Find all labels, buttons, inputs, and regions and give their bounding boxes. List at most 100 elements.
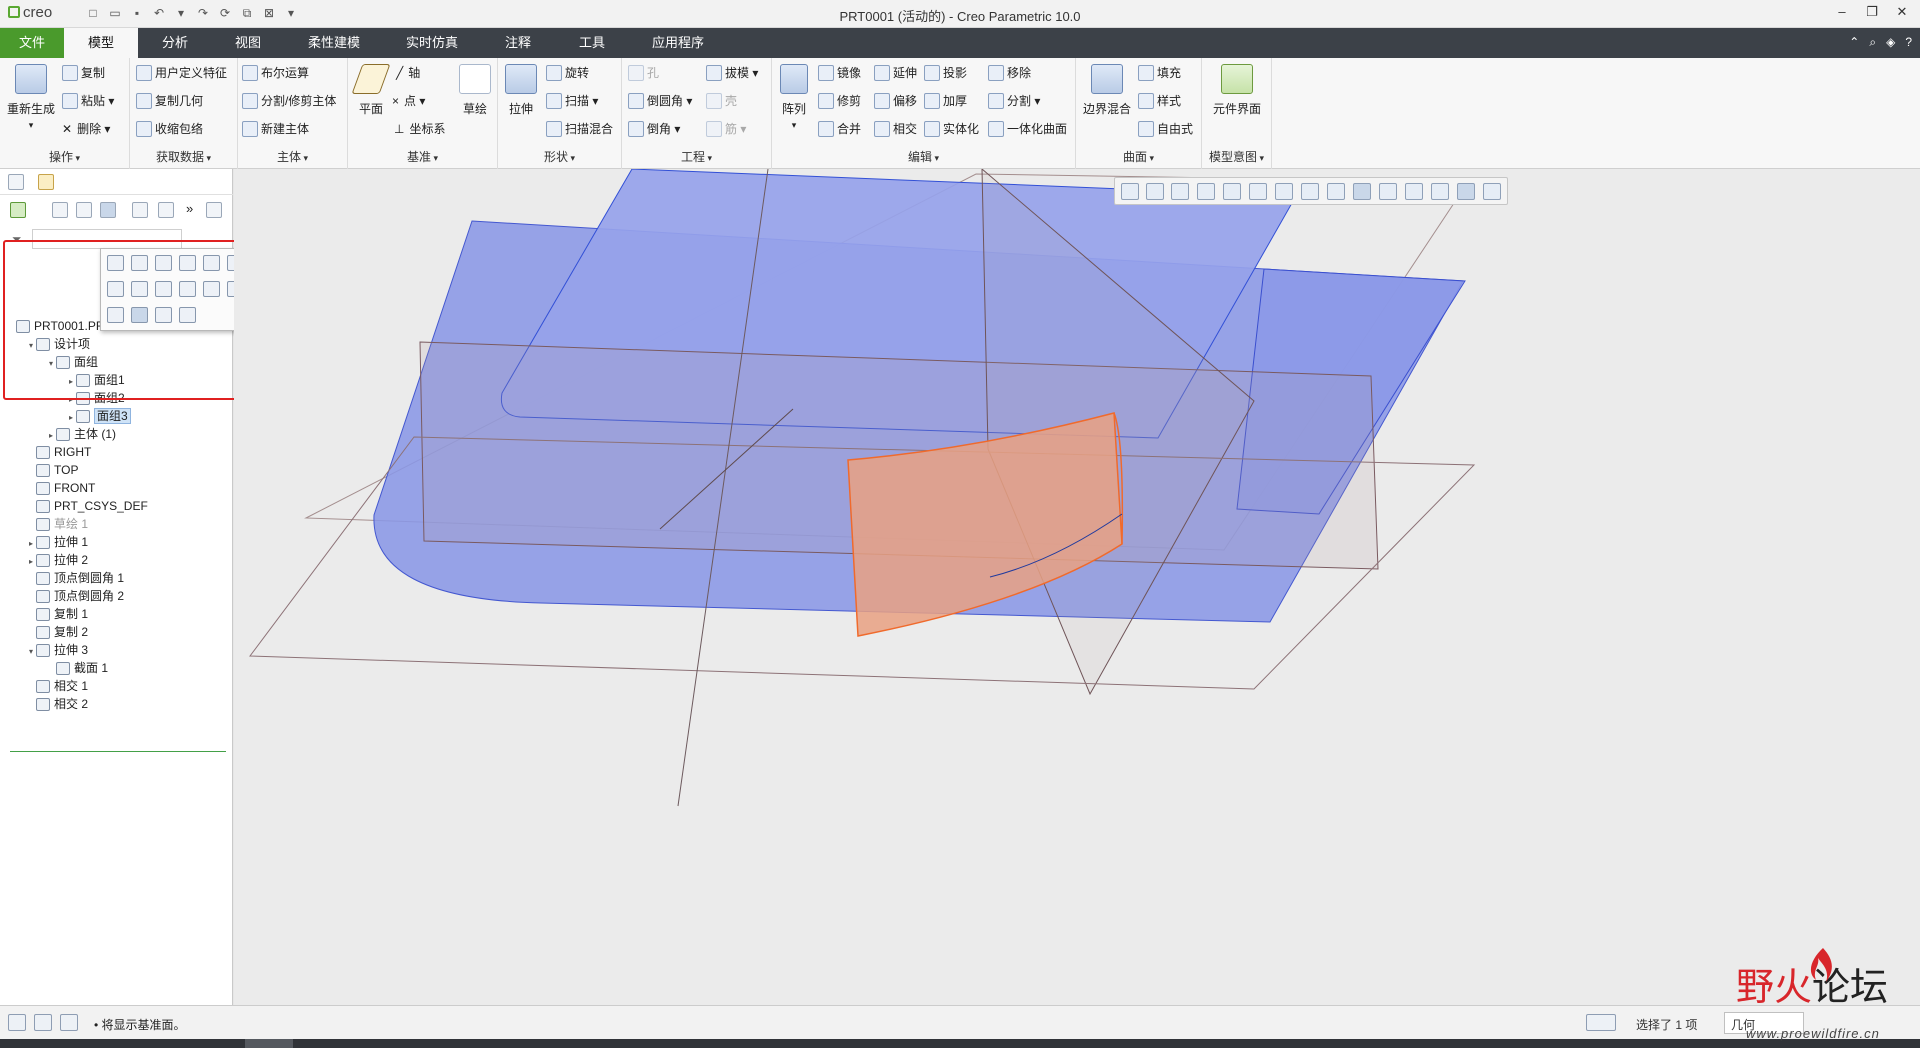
close-icon[interactable]: ✕ xyxy=(1894,4,1910,20)
boolean-button[interactable]: 布尔运算 xyxy=(242,64,309,81)
graphics-area[interactable] xyxy=(234,169,1920,1005)
tree-item[interactable]: 截面 1 xyxy=(46,659,108,677)
plane-button[interactable]: 平面 xyxy=(351,64,391,117)
pattern-button[interactable]: 阵列 ▾ xyxy=(776,64,812,131)
shrinkwrap-button[interactable]: 收缩包络 xyxy=(136,120,203,137)
repaint-icon[interactable] xyxy=(1197,183,1215,200)
tree-filter-icon[interactable] xyxy=(158,202,174,218)
trim-button[interactable]: 修剪 xyxy=(818,92,861,109)
solidify-button[interactable]: 实体化 xyxy=(924,120,979,137)
axis-display-icon[interactable] xyxy=(1379,183,1397,200)
split-button[interactable]: 分割 ▾ xyxy=(988,92,1040,109)
model-tree-icon[interactable] xyxy=(10,202,26,218)
chamfer-button[interactable]: 倒角 ▾ xyxy=(628,120,680,137)
navigator-toggle-icon[interactable] xyxy=(8,1014,26,1031)
help-icon[interactable]: ? xyxy=(1905,35,1912,50)
boundary-blend-button[interactable]: 边界混合 xyxy=(1080,64,1134,117)
tab-flexible-modeling[interactable]: 柔性建模 xyxy=(284,28,384,58)
tree-item[interactable]: 顶点倒圆角 1 xyxy=(26,569,124,587)
tab-model[interactable]: 模型 xyxy=(64,28,138,58)
collapse-arrow-icon[interactable]: ▾ xyxy=(26,643,36,661)
group-label-edit[interactable]: 编辑 xyxy=(772,148,1075,165)
refit-icon[interactable] xyxy=(1121,183,1139,200)
shell-button[interactable]: 壳 xyxy=(706,92,737,109)
group-label-operations[interactable]: 操作 xyxy=(0,148,129,165)
tree-collapse-icon[interactable] xyxy=(76,202,92,218)
view-manager-icon[interactable] xyxy=(1275,183,1293,200)
paste-button[interactable]: 粘贴 ▾ xyxy=(62,92,114,109)
sketch-button[interactable]: 草绘 xyxy=(456,64,494,117)
component-interface-button[interactable]: 元件界面 xyxy=(1206,64,1268,117)
revolve-button[interactable]: 旋转 xyxy=(546,64,589,81)
tree-settings-icon[interactable] xyxy=(132,202,148,218)
tree-item[interactable]: FRONT xyxy=(26,479,95,497)
model-tree-tab-icon[interactable] xyxy=(8,174,24,190)
collapse-ribbon-icon[interactable]: ⌃ xyxy=(1849,35,1859,50)
tab-tools[interactable]: 工具 xyxy=(556,28,628,58)
tree-item[interactable]: 顶点倒圆角 2 xyxy=(26,587,124,605)
tree-item[interactable]: 复制 2 xyxy=(26,623,88,641)
csys-display-icon[interactable] xyxy=(1431,183,1449,200)
fullscreen-icon[interactable] xyxy=(60,1014,78,1031)
tree-item[interactable]: ▸ 拉伸 2 xyxy=(26,551,88,569)
freestyle-button[interactable]: 自由式 xyxy=(1138,120,1193,137)
folder-browser-tab-icon[interactable] xyxy=(38,174,54,190)
tab-file[interactable]: 文件 xyxy=(0,28,64,58)
project-button[interactable]: 投影 xyxy=(924,64,967,81)
extend-button[interactable]: 延伸 xyxy=(874,64,917,81)
group-label-engineering[interactable]: 工程 xyxy=(622,148,771,165)
group-label-body[interactable]: 主体 xyxy=(238,148,347,165)
swept-blend-button[interactable]: 扫描混合 xyxy=(546,120,613,137)
group-label-surfaces[interactable]: 曲面 xyxy=(1076,148,1201,165)
unify-surface-button[interactable]: 一体化曲面 xyxy=(988,120,1067,137)
tree-item[interactable]: PRT_CSYS_DEF xyxy=(26,497,148,515)
saved-orientations-icon[interactable] xyxy=(1249,183,1267,200)
point-button[interactable]: × 点 ▾ xyxy=(392,92,425,109)
browser-toggle-icon[interactable] xyxy=(34,1014,52,1031)
delete-button[interactable]: ✕ 删除 ▾ xyxy=(62,120,110,137)
group-label-get-data[interactable]: 获取数据 xyxy=(130,148,237,165)
zoom-in-icon[interactable] xyxy=(1146,183,1164,200)
intersect-button[interactable]: 相交 xyxy=(874,120,917,137)
tree-item[interactable]: 草绘 1 xyxy=(26,515,88,533)
offset-button[interactable]: 偏移 xyxy=(874,92,917,109)
rib-button[interactable]: 筋 ▾ xyxy=(706,120,746,137)
tab-live-simulation[interactable]: 实时仿真 xyxy=(384,28,480,58)
csys-button[interactable]: ⊥ 坐标系 xyxy=(394,120,445,137)
annotation-display-icon[interactable] xyxy=(1457,183,1475,200)
udf-button[interactable]: 用户定义特征 xyxy=(136,64,227,81)
new-body-button[interactable]: 新建主体 xyxy=(242,120,309,137)
merge-button[interactable]: 合并 xyxy=(818,120,861,137)
group-label-datum[interactable]: 基准 xyxy=(348,148,497,165)
tree-columns-icon[interactable] xyxy=(100,202,116,218)
tab-applications[interactable]: 应用程序 xyxy=(628,28,728,58)
tree-item[interactable]: 相交 1 xyxy=(26,677,88,695)
round-button[interactable]: 倒圆角 ▾ xyxy=(628,92,692,109)
tree-item[interactable]: ▾ 拉伸 3 xyxy=(26,641,88,659)
plane-display-icon[interactable] xyxy=(1353,183,1371,200)
minimize-icon[interactable]: – xyxy=(1834,4,1850,20)
spin-center-icon[interactable] xyxy=(1483,183,1501,200)
datum-display-filters-icon[interactable] xyxy=(1327,183,1345,200)
tree-item[interactable]: RIGHT xyxy=(26,443,91,461)
search-icon[interactable]: ⌕ xyxy=(1869,35,1876,50)
tree-item[interactable]: TOP xyxy=(26,461,78,479)
extrude-button[interactable]: 拉伸 xyxy=(502,64,540,117)
draft-button[interactable]: 拔模 ▾ xyxy=(706,64,758,81)
zoom-out-icon[interactable] xyxy=(1171,183,1189,200)
split-trim-body-button[interactable]: 分割/修剪主体 xyxy=(242,92,336,109)
find-icon[interactable] xyxy=(1586,1014,1616,1031)
regenerate-button[interactable]: 重新生成 ▾ xyxy=(6,64,56,131)
tree-expand-icon[interactable] xyxy=(52,202,68,218)
restore-icon[interactable]: ❐ xyxy=(1864,4,1880,20)
group-label-shapes[interactable]: 形状 xyxy=(498,148,621,165)
group-label-model-intent[interactable]: 模型意图 xyxy=(1202,148,1271,165)
tab-view[interactable]: 视图 xyxy=(212,28,284,58)
display-style-icon[interactable] xyxy=(1223,183,1241,200)
learning-icon[interactable]: ◈ xyxy=(1886,35,1895,50)
tree-item[interactable]: 相交 2 xyxy=(26,695,88,713)
tab-analysis[interactable]: 分析 xyxy=(138,28,212,58)
thicken-button[interactable]: 加厚 xyxy=(924,92,967,109)
remove-button[interactable]: 移除 xyxy=(988,64,1031,81)
tree-options-icon[interactable] xyxy=(206,202,222,218)
